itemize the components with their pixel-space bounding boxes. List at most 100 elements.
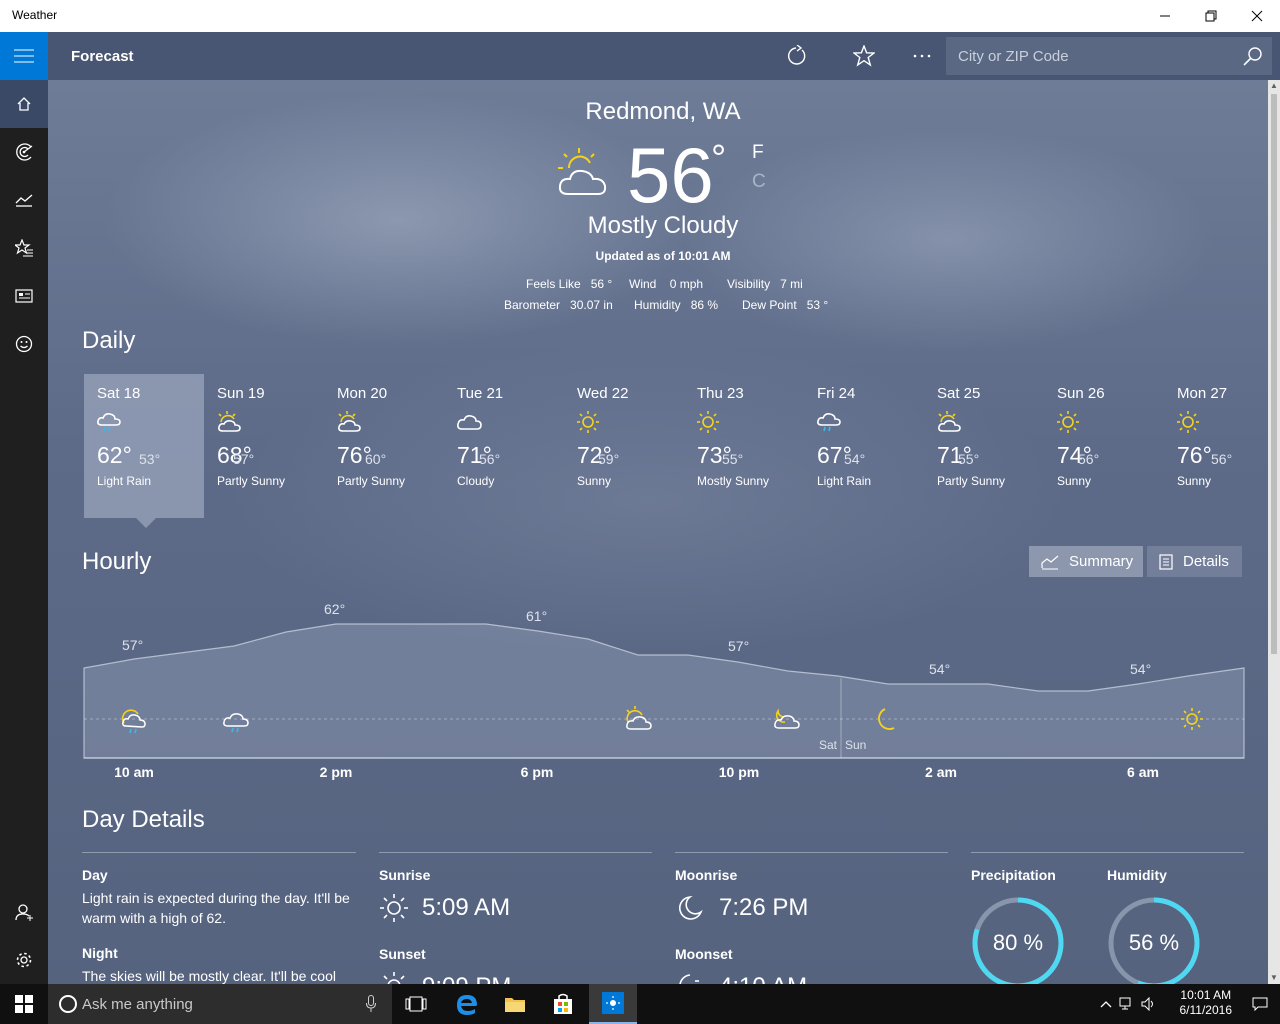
day-split-label: Sun [845,738,867,752]
taskbar-clock[interactable]: 10:01 AM 6/11/2016 [1180,988,1233,1018]
network-tray-button[interactable] [1116,984,1138,1024]
daily-card[interactable]: Mon 20 76° 60° Partly Sunny [324,374,444,518]
cortana-search-input[interactable] [82,984,362,1024]
title-bar: Weather [0,0,1280,32]
day-name: Fri 24 [817,385,856,402]
stat-label: Dew Point [742,298,797,312]
search-box[interactable] [946,37,1272,75]
search-button[interactable] [1234,37,1272,75]
visibility: Visibility 7 mi [727,277,803,291]
cortana-search[interactable] [48,984,392,1024]
hamburger-menu-button[interactable] [0,32,48,80]
details-toggle-button[interactable]: Details [1147,546,1242,577]
day-name: Sun 19 [217,385,265,402]
stat-label: Barometer [504,298,561,312]
day-name: Sat 18 [97,385,141,402]
moonset-icon [679,974,699,984]
news-icon [15,289,33,303]
daily-card[interactable]: Fri 24 67° 54° Light Rain [804,374,924,518]
file-explorer-taskbar-button[interactable] [491,984,539,1024]
nav-item-settings[interactable] [0,936,48,984]
stat-value: 86 % [690,298,719,312]
day-condition: Light Rain [817,474,872,488]
day-label: Day [82,867,108,883]
low-temp: 56° [479,451,501,467]
star-icon [853,45,875,67]
scrollbar-thumb[interactable] [1271,94,1277,654]
hour-temp-label: 57° [122,637,144,653]
daily-card[interactable]: Mon 27 76° 56° Sunny [1164,374,1268,518]
daily-card[interactable]: Thu 23 73° 55° Mostly Sunny [684,374,804,518]
more-button[interactable] [898,32,946,80]
volume-tray-button[interactable] [1138,984,1160,1024]
low-temp: 55° [722,451,744,467]
weather-taskbar-button[interactable] [589,984,637,1024]
nav-item-forecast[interactable] [0,80,48,128]
dew-point: Dew Point 53 ° [742,298,828,312]
day-name: Mon 27 [1177,385,1228,402]
close-button[interactable] [1234,0,1280,32]
degree-symbol: ° [711,138,727,180]
search-input[interactable] [946,37,1236,75]
stat-label: Wind [629,277,657,291]
minimize-button[interactable] [1142,0,1188,32]
night-summary: The skies will be mostly clear. It'll be… [82,968,336,984]
task-view-button[interactable] [392,984,440,1024]
more-icon [913,54,931,58]
daily-card[interactable]: Sun 19 68° 57° Partly Sunny [204,374,324,518]
sunset-label: Sunset [379,946,426,962]
nav-item-account[interactable] [0,888,48,936]
refresh-button[interactable] [772,32,820,80]
day-condition: Partly Sunny [337,474,406,488]
restore-button[interactable] [1188,0,1234,32]
edge-taskbar-button[interactable] [443,984,491,1024]
moonrise-label: Moonrise [675,867,738,883]
daily-card[interactable]: Sat 18 62° 53° Light Rain [84,374,204,518]
show-hidden-icons-button[interactable] [1096,984,1116,1024]
daily-card[interactable]: Tue 21 71° 56° Cloudy [444,374,564,518]
store-taskbar-button[interactable] [539,984,587,1024]
daily-card[interactable]: Sat 25 71° 55° Partly Sunny [924,374,1044,518]
nav-item-places[interactable] [0,224,48,272]
unit-fahrenheit-toggle[interactable]: F [752,142,764,164]
start-button[interactable] [0,984,48,1024]
nav-item-maps[interactable] [0,128,48,176]
summary-toggle-button[interactable]: Summary [1029,546,1143,577]
divider [971,852,1244,853]
nav-item-life[interactable] [0,320,48,368]
area-chart-icon [1041,555,1059,569]
weather-app-icon [602,992,624,1014]
precipitation-label: Precipitation [971,867,1056,883]
night-label: Night [82,945,118,961]
low-temp: 54° [844,451,866,467]
day-name: Tue 21 [457,385,504,402]
favorite-button[interactable] [840,32,888,80]
action-center-button[interactable] [1240,984,1280,1024]
stat-value: 30.07 in [570,298,613,312]
microphone-icon[interactable] [366,995,376,1013]
sun-icon [606,996,620,1010]
day-details-title: Day Details [82,806,205,833]
daily-card[interactable]: Wed 22 72° 59° Sunny [564,374,684,518]
summary-label: Summary [1069,553,1134,570]
current-condition: Mostly Cloudy [587,212,739,239]
vertical-scrollbar[interactable]: ▲ ▼ [1268,80,1280,984]
store-icon [554,993,572,1014]
mostly-cloudy-icon [558,148,607,195]
hour-axis-label: 2 am [925,764,957,780]
day-condition: Partly Sunny [937,474,1006,488]
daily-card[interactable]: Sun 26 74° 56° Sunny [1044,374,1164,518]
nav-item-historical[interactable] [0,176,48,224]
scroll-down-icon[interactable]: ▼ [1268,972,1280,984]
windows-logo-icon [15,995,33,1013]
moonset-time: 4:10 AM [719,973,807,984]
day-condition: Sunny [1057,474,1092,488]
hour-temp-label: 54° [1130,661,1152,677]
current-temperature: 56 [627,131,714,219]
moonset-label: Moonset [675,946,733,962]
updated-time: Updated as of 10:01 AM [595,249,731,263]
nav-item-news[interactable] [0,272,48,320]
restore-icon [1205,10,1217,22]
scroll-up-icon[interactable]: ▲ [1268,80,1280,92]
unit-celsius-toggle[interactable]: C [752,171,766,193]
